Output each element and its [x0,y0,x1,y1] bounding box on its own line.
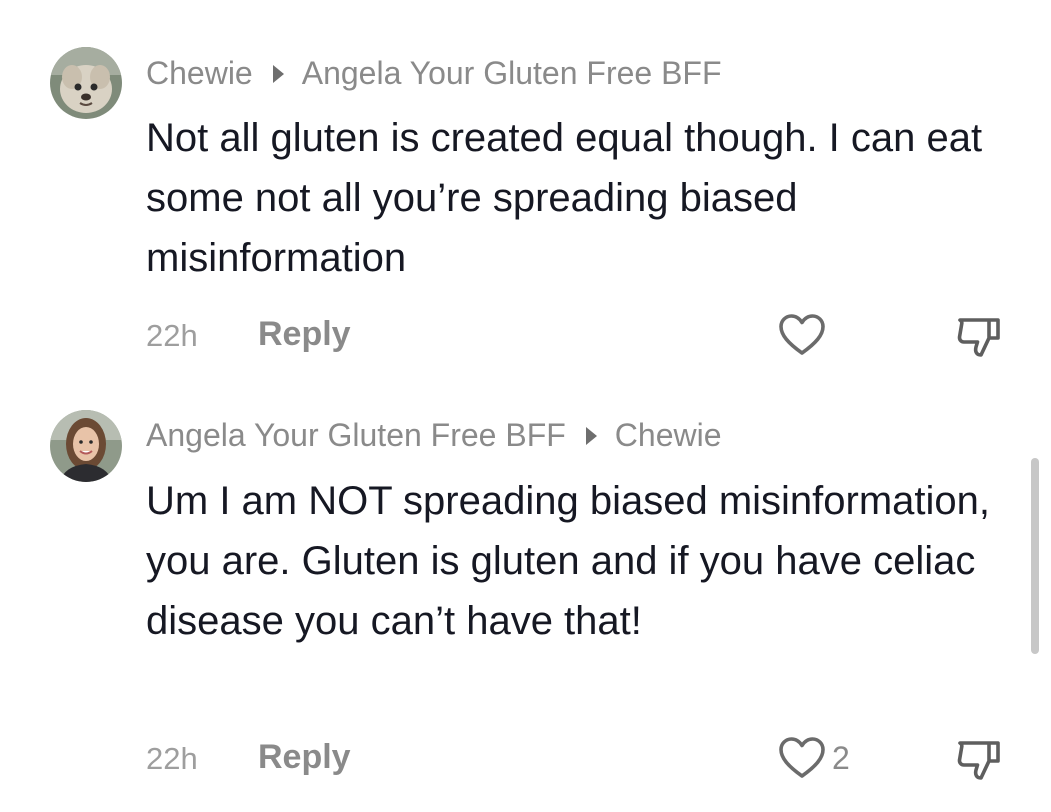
thumbs-down-icon [957,318,1000,357]
comments-panel: Chewie Angela Your Gluten Free BFF Not a… [0,0,1051,812]
comment-time: 22h [146,318,198,353]
comment-header: Chewie Angela Your Gluten Free BFF [146,55,722,92]
reply-to-name[interactable]: Chewie [615,417,722,454]
heart-outline-icon [779,314,825,355]
thumbs-down-icon [957,741,1000,780]
dog-avatar-icon [50,47,122,119]
avatar[interactable] [50,410,122,482]
scrollbar[interactable] [1031,458,1039,654]
avatar[interactable] [50,47,122,119]
caret-right-icon [272,64,284,83]
comment-item: Chewie Angela Your Gluten Free BFF Not a… [0,0,1051,400]
author-name[interactable]: Angela Your Gluten Free BFF [146,417,566,454]
like-count: 2 [832,739,850,776]
comment-text: Um I am NOT spreading biased misinformat… [146,479,991,643]
like-button[interactable] [778,313,832,357]
woman-avatar-icon [50,410,122,482]
reply-button[interactable]: Reply [258,315,351,354]
comment-header: Angela Your Gluten Free BFF Chewie [146,417,722,454]
like-button[interactable]: 2 [778,736,850,780]
heart-outline-icon [779,737,825,778]
dislike-button[interactable] [955,314,1003,365]
reply-to-name[interactable]: Angela Your Gluten Free BFF [302,55,722,92]
reply-button[interactable]: Reply [258,738,351,777]
dislike-button[interactable] [955,737,1003,788]
comment-time: 22h [146,741,198,776]
author-name[interactable]: Chewie [146,55,253,92]
caret-right-icon [585,426,597,445]
comment-item: Angela Your Gluten Free BFF Chewie Um I … [0,400,1051,812]
comment-text: Not all gluten is created equal though. … [146,116,983,280]
